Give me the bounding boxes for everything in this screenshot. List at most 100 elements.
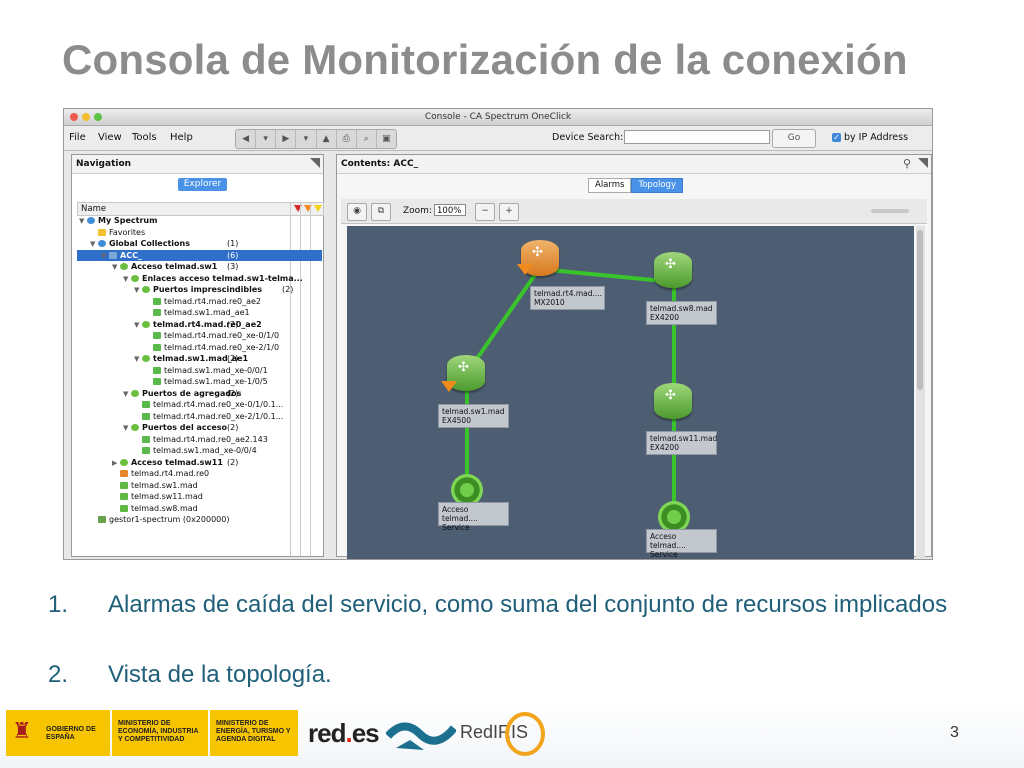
tree-row[interactable]: ▶ Acceso telmad.sw11 (2) — [77, 457, 322, 469]
tree-row[interactable]: ▼ My Spectrum — [77, 215, 322, 227]
redes-logo-part: es — [351, 718, 380, 748]
port-icon — [153, 297, 161, 305]
spectrum-console-window: Console - CA Spectrum OneClick File View… — [63, 108, 933, 560]
tab-topology[interactable]: Topology — [631, 178, 683, 193]
tree-row[interactable]: gestor1-spectrum (0x200000) — [77, 514, 322, 526]
globe-icon — [87, 217, 95, 224]
major-alarm-icon — [517, 264, 533, 275]
tree-row[interactable]: ▼ Acceso telmad.sw1 (3) — [77, 261, 322, 273]
tree-row[interactable]: ▼ Puertos del acceso (2) — [77, 422, 322, 434]
tree-row-count: (2) — [227, 319, 239, 329]
tree-row-label: telmad.rt4.mad.re0_ae2.143 — [153, 434, 268, 444]
tree-row[interactable]: telmad.rt4.mad.re0_xe-2/1/0 — [77, 342, 322, 354]
zoom-out-icon[interactable]: − — [475, 203, 495, 221]
contents-tabs: Alarms Topology — [588, 178, 683, 193]
tree-row-label: Favorites — [109, 227, 146, 237]
tab-alarms[interactable]: Alarms — [588, 178, 632, 193]
window-titlebar: Console - CA Spectrum OneClick — [64, 109, 932, 126]
tree-row[interactable]: telmad.rt4.mad.re0_xe-0/1/0 — [77, 330, 322, 342]
tree-row[interactable]: telmad.sw1.mad_xe-0/0/1 — [77, 365, 322, 377]
tab-explorer[interactable]: Explorer — [178, 178, 227, 191]
menu-file[interactable]: File — [69, 132, 86, 143]
scrollbar-thumb[interactable] — [917, 230, 923, 390]
tree-row[interactable]: ▼ Enlaces acceso telmad.sw1-telma... — [77, 273, 322, 285]
window-title: Console - CA Spectrum OneClick — [424, 112, 572, 122]
tree-row[interactable]: telmad.rt4.mad.re0 — [77, 468, 322, 480]
service-icon — [142, 286, 150, 293]
panel-menu-icon[interactable] — [918, 158, 928, 168]
forward-arrow-icon[interactable]: ▶ — [276, 130, 297, 148]
tree-row[interactable]: ▼ telmad.sw1.mad_ae1 (2) — [77, 353, 322, 365]
devices-icon[interactable]: ▣ — [377, 130, 396, 148]
switch-node-sw11[interactable]: ✣ — [654, 383, 692, 419]
node-model: Service — [650, 550, 678, 559]
device-search-input[interactable] — [624, 130, 770, 144]
tree-row[interactable]: ▼ Puertos de agregados (2) — [77, 388, 322, 400]
port-icon — [142, 435, 150, 443]
menu-view[interactable]: View — [98, 132, 122, 143]
star-icon — [98, 228, 106, 236]
tree-row-label: telmad.rt4.mad.re0_xe-0/1/0.1... — [153, 400, 284, 409]
by-ip-checkbox[interactable]: ✓ — [832, 133, 841, 142]
find-icon[interactable]: ⌕ — [357, 130, 377, 148]
tree-row[interactable]: ▼ ACC_ (6) — [77, 249, 322, 261]
print-icon[interactable]: ⎙ — [337, 130, 357, 148]
contents-title: Contents: ACC_ — [341, 159, 419, 169]
tree-row-count: (6) — [227, 250, 239, 260]
node-label-sw8: telmad.sw8.mad EX4200 — [646, 301, 717, 325]
tree-row[interactable]: ▼ Global Collections (1) — [77, 238, 322, 250]
port-icon — [142, 412, 150, 420]
navigation-title: Navigation — [76, 159, 132, 169]
navigation-header: Navigation — [72, 155, 323, 174]
locate-icon[interactable]: ◉ — [347, 203, 367, 221]
minor-alarm-icon — [314, 205, 322, 212]
topology-canvas[interactable]: ✣ telmad.rt4.mad.... MX2010 ✣ telmad.sw8… — [347, 226, 914, 559]
menubar: File View Tools Help ◀ ▾ ▶ ▾ ▲ ⎙ ⌕ ▣ Dev… — [64, 126, 932, 151]
tree-row[interactable]: telmad.sw11.mad — [77, 491, 322, 503]
ministerio-economia-logo: MINISTERIO DE ECONOMÍA, INDUSTRIA Y COMP… — [112, 710, 208, 756]
node-name: telmad.sw11.mad — [650, 434, 718, 443]
tree-row[interactable]: telmad.sw1.mad_ae1 — [77, 307, 322, 319]
node-model: EX4500 — [442, 416, 471, 425]
share-icon[interactable]: ⚲ — [903, 157, 911, 170]
switch-node-sw8[interactable]: ✣ — [654, 252, 692, 288]
router-arrows-icon: ✣ — [458, 360, 469, 375]
tree-row[interactable]: ▼ Puertos imprescindibles (2) — [77, 284, 322, 296]
node-label-service-1: Acceso telmad.... Service — [438, 502, 509, 532]
menu-help[interactable]: Help — [170, 132, 193, 143]
topology-scrollbar[interactable] — [916, 226, 925, 559]
tree-row[interactable]: telmad.sw1.mad_xe-0/0/4 — [77, 445, 322, 457]
tree-row[interactable]: telmad.rt4.mad.re0_ae2.143 — [77, 434, 322, 446]
redes-logo-part: red — [308, 718, 346, 748]
back-dropdown-icon[interactable]: ▾ — [256, 130, 277, 148]
page-number: 3 — [950, 724, 959, 741]
tree-row-label: telmad.rt4.mad.re0_ae2 — [153, 319, 262, 329]
router-arrows-icon: ✣ — [665, 388, 676, 403]
zoom-slider[interactable] — [871, 209, 909, 213]
tree-row[interactable]: telmad.sw8.mad — [77, 503, 322, 515]
tree-row[interactable]: telmad.rt4.mad.re0_xe-0/1/0.1... — [77, 399, 322, 411]
zoom-in-icon[interactable]: + — [499, 203, 519, 221]
copy-icon[interactable]: ⧉ — [371, 203, 391, 221]
tree-row-label: Puertos imprescindibles — [153, 285, 263, 294]
menu-tools[interactable]: Tools — [132, 132, 157, 143]
node-name: telmad.sw1.mad — [442, 407, 505, 416]
tree-row[interactable]: telmad.sw1.mad_xe-1/0/5 — [77, 376, 322, 388]
tree-row[interactable]: telmad.rt4.mad.re0_ae2 — [77, 296, 322, 308]
port-icon — [153, 343, 161, 351]
tree-row[interactable]: telmad.sw1.mad — [77, 480, 322, 492]
column-name[interactable]: Name — [81, 204, 106, 214]
zoom-select[interactable]: 100% — [434, 204, 466, 216]
node-label-sw11: telmad.sw11.mad EX4200 — [646, 431, 717, 455]
tree-row[interactable]: Favorites — [77, 227, 322, 239]
tree-row[interactable]: telmad.rt4.mad.re0_xe-2/1/0.1... — [77, 411, 322, 423]
forward-dropdown-icon[interactable]: ▾ — [296, 130, 317, 148]
panel-menu-icon[interactable] — [310, 158, 320, 168]
go-button[interactable]: Go — [772, 129, 816, 148]
tree-row[interactable]: ▼ telmad.rt4.mad.re0_ae2 (2) — [77, 319, 322, 331]
back-arrow-icon[interactable]: ◀ — [236, 130, 257, 148]
node-model: EX4200 — [650, 313, 679, 322]
up-arrow-icon[interactable]: ▲ — [317, 130, 337, 148]
topology-links — [465, 267, 676, 517]
service-icon — [142, 320, 150, 328]
